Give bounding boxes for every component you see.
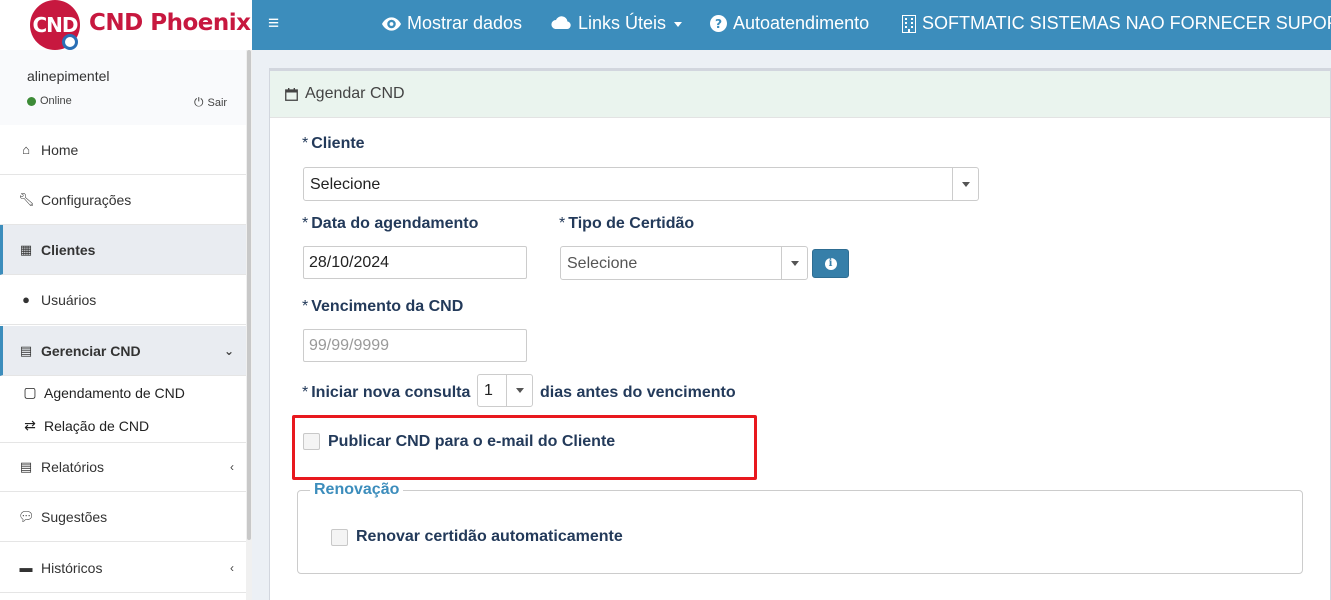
sidebar-subitem-label: Relação de CND	[44, 417, 150, 434]
publish-label: Publicar CND para o e-mail do Cliente	[328, 433, 616, 450]
box-title: Agendar CND	[285, 85, 405, 103]
cert-type-label: * Tipo de Certidão	[559, 215, 695, 232]
chevron-left-icon: ‹	[230, 560, 234, 575]
info-icon: i	[824, 257, 837, 270]
show-data-label: Mostrar dados	[407, 13, 523, 33]
renew-checkbox[interactable]	[331, 529, 348, 546]
top-navbar: ≡ Mostrar dados Links Úteis ? Autoatendi…	[252, 0, 1331, 50]
power-icon: ⏻	[194, 95, 204, 109]
sidebar-item-label: Configurações	[41, 191, 132, 208]
new-query-label: * Iniciar nova consulta	[302, 384, 471, 401]
user-status: Online	[27, 95, 72, 107]
sidebar-item-reports[interactable]: ▤ Relatórios ‹	[0, 442, 246, 492]
user-icon: ●	[22, 292, 30, 307]
scrollbar-thumb[interactable]	[247, 50, 251, 540]
cert-type-select-value: Selecione	[567, 255, 638, 272]
chevron-down-icon	[506, 375, 532, 406]
cert-type-select[interactable]: Selecione	[560, 246, 808, 280]
sidebar-subitem-cnd-list[interactable]: ⇄ Relação de CND	[0, 409, 246, 442]
chevron-down-icon	[781, 247, 807, 279]
building-icon	[902, 14, 916, 33]
date-input[interactable]: 28/10/2024	[303, 246, 527, 279]
sidebar-item-label: Sugestões	[41, 508, 108, 525]
sidebar: alinepimentel Online ⏻ Sair ⌂ Home 🔧︎ Co…	[0, 50, 252, 600]
exchange-icon: ⇄	[24, 417, 36, 433]
sidebar-item-label: Gerenciar CND	[41, 342, 141, 359]
self-service-link[interactable]: ? Autoatendimento	[710, 13, 869, 34]
sidebar-item-label: Históricos	[41, 559, 103, 576]
box-title-text: Agendar CND	[305, 85, 405, 102]
client-label: * Cliente	[302, 135, 365, 152]
sidebar-subitem-label: Agendamento de CND	[44, 384, 185, 401]
comments-icon: 💬︎	[18, 508, 35, 524]
renew-label: Renovar certidão automaticamente	[356, 528, 623, 545]
days-before-select[interactable]: 1	[477, 374, 533, 407]
logo-area[interactable]: CND CND Phoenix	[0, 0, 252, 50]
chevron-left-icon: ‹	[230, 460, 234, 474]
sidebar-item-suggestions[interactable]: 💬︎ Sugestões	[0, 492, 246, 542]
chevron-down-icon	[674, 22, 683, 27]
eye-icon	[382, 16, 401, 31]
status-label: Online	[40, 95, 72, 107]
hamburger-icon[interactable]: ≡	[268, 13, 279, 35]
cloud-icon	[551, 16, 571, 29]
publish-checkbox[interactable]	[303, 433, 320, 450]
links-label: Links Úteis	[578, 13, 667, 33]
days-before-value: 1	[484, 382, 493, 399]
file-icon: ▤	[19, 459, 33, 474]
company-dropdown[interactable]: SOFTMATIC SISTEMAS NAO FORNECER SUPORTE	[902, 13, 1331, 34]
calendar-icon: ▤	[19, 342, 33, 358]
links-dropdown[interactable]: Links Úteis	[550, 13, 683, 34]
logo-dot-icon	[62, 34, 78, 50]
due-date-input[interactable]: 99/99/9999	[303, 329, 527, 362]
user-panel: alinepimentel Online ⏻ Sair	[0, 50, 246, 125]
logout-label: Sair	[207, 96, 228, 109]
archive-icon: ▬	[19, 560, 33, 575]
client-select-value: Selecione	[310, 176, 381, 193]
sidebar-subitem-schedule-cnd[interactable]: ▢ Agendamento de CND	[0, 376, 246, 409]
online-dot-icon	[27, 96, 36, 106]
logout-link[interactable]: ⏻ Sair	[194, 95, 227, 110]
calendar-icon: ▢	[23, 384, 37, 400]
sidebar-item-home[interactable]: ⌂ Home	[0, 125, 246, 175]
renewal-legend: Renovação	[310, 481, 404, 499]
sidebar-item-label: Home	[41, 141, 79, 158]
brand-name: CND Phoenix	[89, 10, 251, 36]
question-circle-icon: ?	[710, 15, 727, 32]
wrench-icon: 🔧︎	[18, 191, 35, 207]
sidebar-item-manage-cnd[interactable]: ▤ Gerenciar CND ⌄	[0, 326, 246, 376]
company-label: SOFTMATIC SISTEMAS NAO FORNECER SUPORTE	[922, 13, 1331, 33]
info-button[interactable]: i	[812, 249, 849, 278]
sidebar-item-label: Clientes	[41, 241, 96, 258]
sidebar-item-label: Relatórios	[41, 459, 105, 475]
user-name: alinepimentel	[27, 68, 110, 84]
home-icon: ⌂	[22, 142, 30, 157]
sidebar-item-users[interactable]: ● Usuários	[0, 275, 246, 325]
svg-text:?: ?	[715, 17, 722, 31]
show-data-link[interactable]: Mostrar dados	[382, 13, 522, 34]
client-select[interactable]: Selecione	[303, 167, 979, 201]
due-label: * Vencimento da CND	[302, 298, 464, 315]
chevron-down-icon: ⌄	[223, 343, 234, 358]
building-icon: ▦	[19, 241, 33, 257]
sidebar-item-history[interactable]: ▬ Históricos ‹	[0, 543, 246, 593]
box-header: Agendar CND	[270, 71, 1330, 118]
chevron-down-icon	[952, 168, 978, 200]
self-service-label: Autoatendimento	[733, 13, 870, 33]
sidebar-item-label: Usuários	[41, 291, 97, 308]
sidebar-item-settings[interactable]: 🔧︎ Configurações	[0, 175, 246, 225]
sidebar-item-clients[interactable]: ▦ Clientes	[0, 225, 246, 275]
new-query-suffix: dias antes do vencimento	[540, 384, 736, 401]
calendar-icon	[285, 87, 298, 101]
date-label: * Data do agendamento	[302, 215, 479, 232]
